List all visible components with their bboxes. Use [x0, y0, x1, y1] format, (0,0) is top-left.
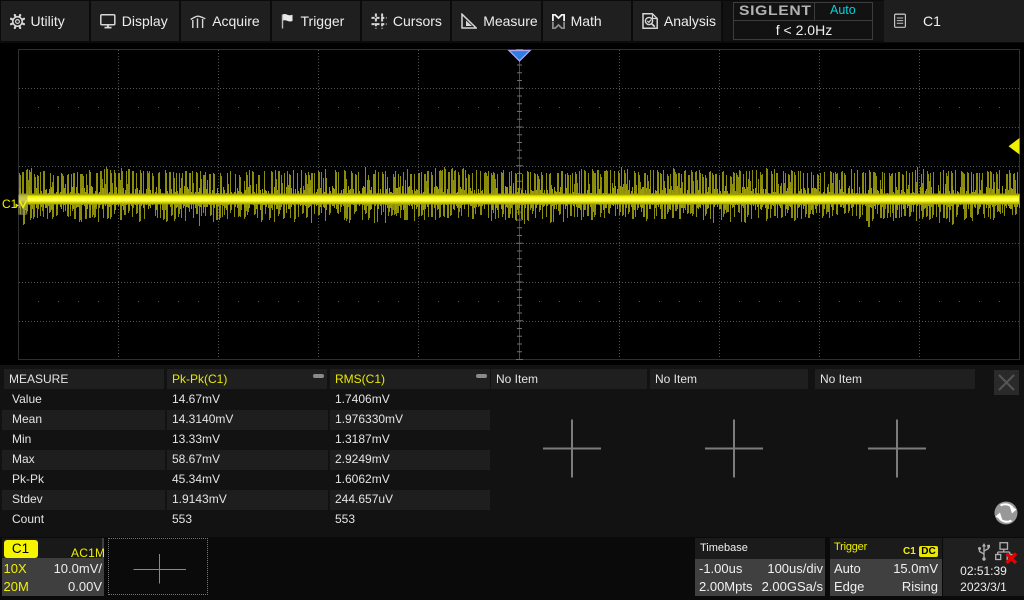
svg-text:C1: C1	[2, 197, 18, 211]
